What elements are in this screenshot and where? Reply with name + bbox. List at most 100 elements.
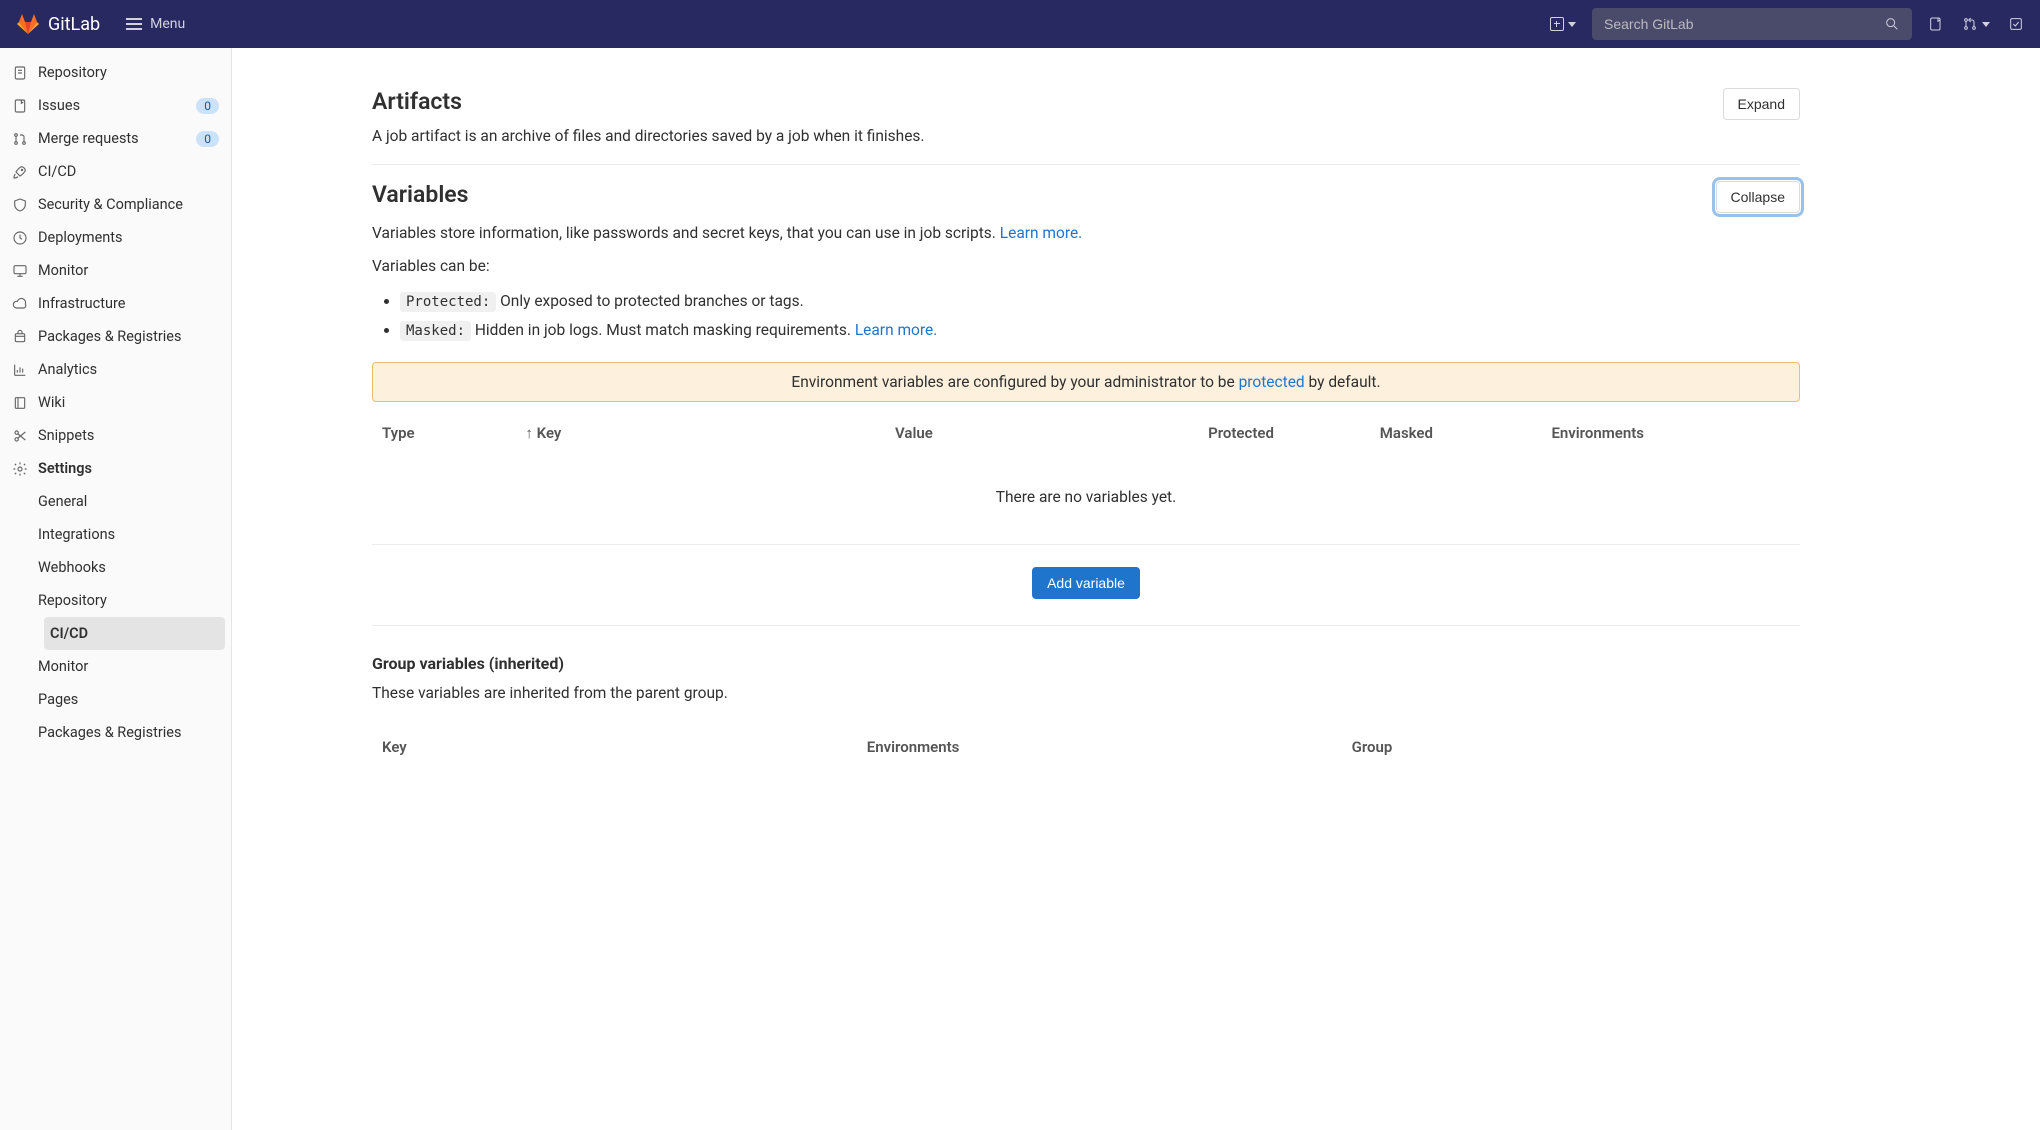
chart-icon [12, 362, 28, 378]
sidebar-item-wiki[interactable]: Wiki [0, 386, 231, 419]
sidebar-item-label: Monitor [38, 658, 219, 675]
sidebar-item-label: Security & Compliance [38, 196, 219, 213]
shield-icon [12, 197, 28, 213]
settings-sub-integrations[interactable]: Integrations [38, 518, 231, 551]
gcol-key[interactable]: Key [374, 728, 857, 766]
group-variables-table: Key Environments Group [372, 726, 1800, 768]
sidebar-item-label: Packages & Registries [38, 724, 219, 741]
artifacts-desc: A job artifact is an archive of files an… [372, 125, 925, 148]
variables-section: Variables Collapse Variables store infor… [372, 165, 1800, 783]
sidebar-item-label: Issues [38, 97, 186, 114]
sidebar-item-analytics[interactable]: Analytics [0, 353, 231, 386]
sidebar-item-infrastructure[interactable]: Infrastructure [0, 287, 231, 320]
sidebar-item-cicd[interactable]: CI/CD [0, 155, 231, 188]
sidebar-item-label: Settings [38, 460, 219, 477]
sidebar-item-deployments[interactable]: Deployments [0, 221, 231, 254]
artifacts-expand-button[interactable]: Expand [1723, 88, 1800, 120]
gitlab-logo[interactable]: GitLab [16, 12, 100, 36]
search-icon [1884, 16, 1900, 32]
scissors-icon [12, 428, 28, 444]
issues-icon [12, 98, 28, 114]
sidebar-item-label: Pages [38, 691, 219, 708]
top-nav: GitLab Menu [0, 0, 2040, 48]
monitor-icon [12, 263, 28, 279]
sidebar-item-security[interactable]: Security & Compliance [0, 188, 231, 221]
variables-can-be: Variables can be: [372, 254, 1800, 279]
hamburger-icon [126, 18, 142, 30]
main-content: Artifacts A job artifact is an archive o… [232, 48, 1832, 844]
sidebar-item-label: CI/CD [50, 625, 213, 642]
settings-sub-general[interactable]: General [38, 485, 231, 518]
variables-collapse-button[interactable]: Collapse [1716, 181, 1800, 213]
empty-state: There are no variables yet. [374, 458, 1798, 542]
settings-sub-repository[interactable]: Repository [38, 584, 231, 617]
menu-button[interactable]: Menu [116, 10, 195, 38]
new-dropdown[interactable] [1550, 17, 1576, 31]
brand-name: GitLab [48, 14, 100, 35]
variables-types-list: Protected: Only exposed to protected bra… [400, 287, 1800, 346]
merge-icon [12, 131, 28, 147]
caret-down-icon [1568, 22, 1576, 27]
variables-learn-more-link[interactable]: Learn more. [1000, 224, 1083, 242]
variables-intro: Variables store information, like passwo… [372, 221, 1800, 246]
protected-default-alert: Environment variables are configured by … [372, 362, 1800, 402]
sidebar-item-monitor[interactable]: Monitor [0, 254, 231, 287]
search-box[interactable] [1592, 8, 1912, 40]
gcol-group[interactable]: Group [1344, 728, 1798, 766]
col-type[interactable]: Type [374, 414, 515, 456]
variables-body: Variables store information, like passwo… [372, 221, 1800, 767]
sidebar-item-repository[interactable]: Repository [0, 56, 231, 89]
settings-sub-monitor[interactable]: Monitor [38, 650, 231, 683]
sidebar-item-label: Deployments [38, 229, 219, 246]
settings-sub-webhooks[interactable]: Webhooks [38, 551, 231, 584]
sidebar-item-label: General [38, 493, 219, 510]
todos-nav-icon[interactable] [2008, 16, 2024, 32]
sidebar: Repository Issues 0 Merge requests 0 CI/… [0, 48, 232, 1130]
settings-submenu: General Integrations Webhooks Repository… [0, 485, 231, 749]
settings-sub-pages[interactable]: Pages [38, 683, 231, 716]
deploy-icon [12, 230, 28, 246]
rocket-icon [12, 164, 28, 180]
plus-icon [1550, 17, 1564, 31]
col-key[interactable]: ↑ Key [517, 414, 885, 456]
sidebar-item-merge-requests[interactable]: Merge requests 0 [0, 122, 231, 155]
cloud-icon [12, 296, 28, 312]
settings-sub-cicd[interactable]: CI/CD [44, 617, 225, 650]
sort-asc-icon: ↑ [525, 424, 536, 442]
col-value[interactable]: Value [887, 414, 1198, 456]
sidebar-item-issues[interactable]: Issues 0 [0, 89, 231, 122]
col-protected[interactable]: Protected [1200, 414, 1370, 456]
sidebar-item-label: CI/CD [38, 163, 219, 180]
search-input[interactable] [1604, 16, 1884, 32]
protected-code: Protected: [400, 292, 496, 312]
gcol-environments[interactable]: Environments [859, 728, 1342, 766]
sidebar-item-snippets[interactable]: Snippets [0, 419, 231, 452]
add-variable-button[interactable]: Add variable [1032, 567, 1140, 599]
variables-table: Type ↑ Key Value Protected Masked Enviro… [372, 412, 1800, 545]
sidebar-item-label: Monitor [38, 262, 219, 279]
gear-icon [12, 461, 28, 477]
group-variables-title: Group variables (inherited) [372, 654, 1800, 673]
col-environments[interactable]: Environments [1543, 414, 1798, 456]
file-icon [12, 65, 28, 81]
package-icon [12, 329, 28, 345]
count-badge: 0 [196, 98, 219, 114]
sidebar-item-label: Repository [38, 592, 219, 609]
settings-sub-packages[interactable]: Packages & Registries [38, 716, 231, 749]
sidebar-item-label: Packages & Registries [38, 328, 219, 345]
protected-link[interactable]: protected [1239, 373, 1305, 391]
issues-nav-icon[interactable] [1928, 16, 1944, 32]
sidebar-item-label: Infrastructure [38, 295, 219, 312]
merge-requests-nav[interactable] [1962, 16, 1990, 32]
sidebar-item-label: Repository [38, 64, 219, 81]
artifacts-title: Artifacts [372, 88, 925, 115]
masked-learn-more-link[interactable]: Learn more. [855, 321, 938, 339]
add-variable-row: Add variable [372, 545, 1800, 626]
count-badge: 0 [196, 131, 219, 147]
col-masked[interactable]: Masked [1372, 414, 1542, 456]
sidebar-item-settings[interactable]: Settings [0, 452, 231, 485]
group-variables-section: Group variables (inherited) These variab… [372, 654, 1800, 768]
sidebar-item-packages[interactable]: Packages & Registries [0, 320, 231, 353]
gitlab-logo-icon [16, 12, 40, 36]
sidebar-item-label: Snippets [38, 427, 219, 444]
